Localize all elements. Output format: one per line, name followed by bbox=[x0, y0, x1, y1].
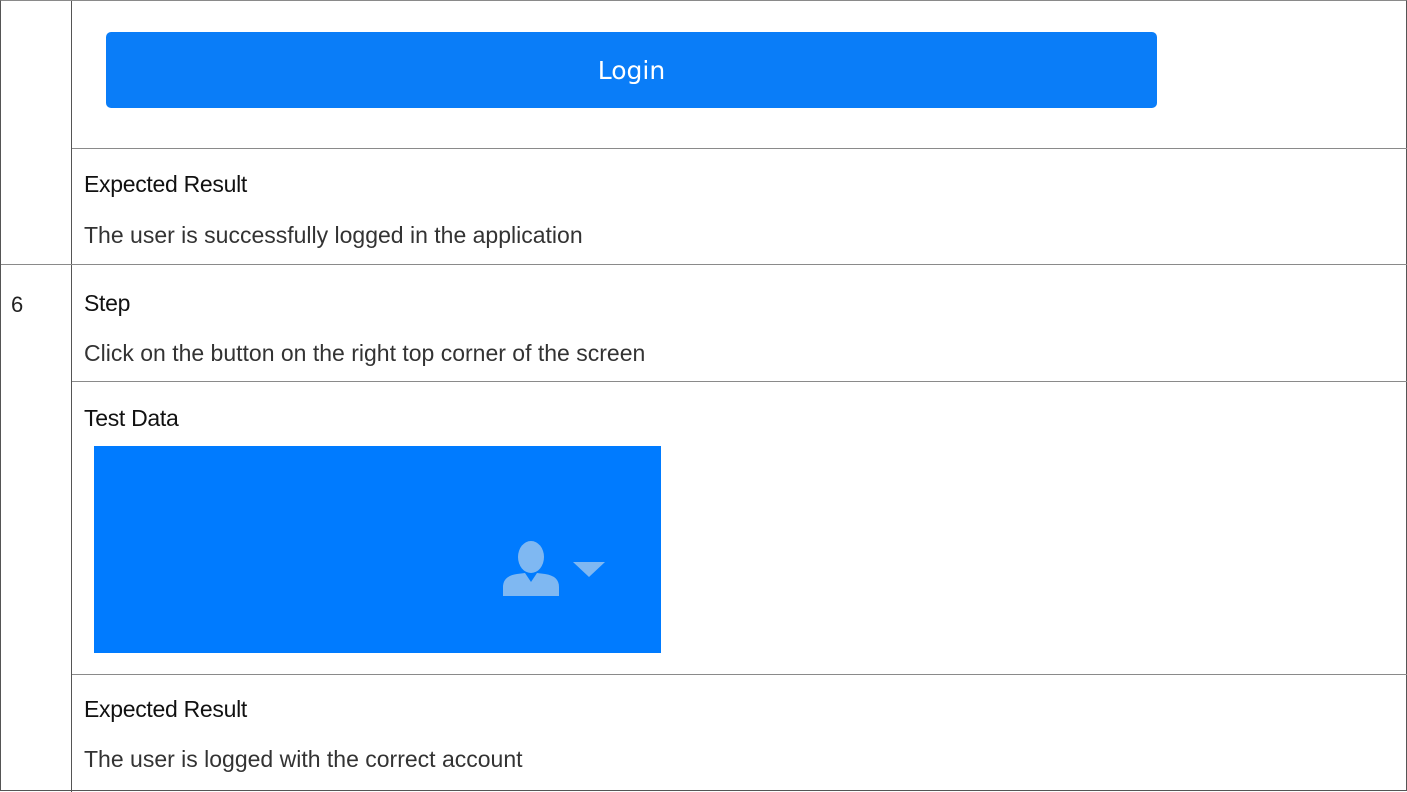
caret-down-icon[interactable] bbox=[573, 562, 605, 578]
login-button-label: Login bbox=[597, 55, 666, 85]
test-data-heading: Test Data bbox=[84, 405, 179, 431]
row-divider bbox=[72, 381, 1407, 382]
expected-result-heading: Expected Result bbox=[84, 696, 247, 722]
step-number: 6 bbox=[11, 292, 24, 317]
expected-result-heading: Expected Result bbox=[84, 171, 247, 197]
step-text: Click on the button on the right top cor… bbox=[84, 340, 646, 366]
row-divider bbox=[72, 674, 1407, 675]
row-divider bbox=[1, 264, 1407, 265]
row-divider bbox=[72, 148, 1407, 149]
login-button[interactable]: Login bbox=[106, 32, 1157, 108]
expected-result-text: The user is logged with the correct acco… bbox=[84, 746, 523, 772]
expected-result-text: The user is successfully logged in the a… bbox=[84, 222, 583, 248]
test-case-table: Login Expected Result The user is succes… bbox=[0, 0, 1407, 792]
user-icon[interactable] bbox=[501, 538, 561, 598]
step-heading: Step bbox=[84, 290, 131, 316]
test-data-image bbox=[94, 446, 661, 653]
